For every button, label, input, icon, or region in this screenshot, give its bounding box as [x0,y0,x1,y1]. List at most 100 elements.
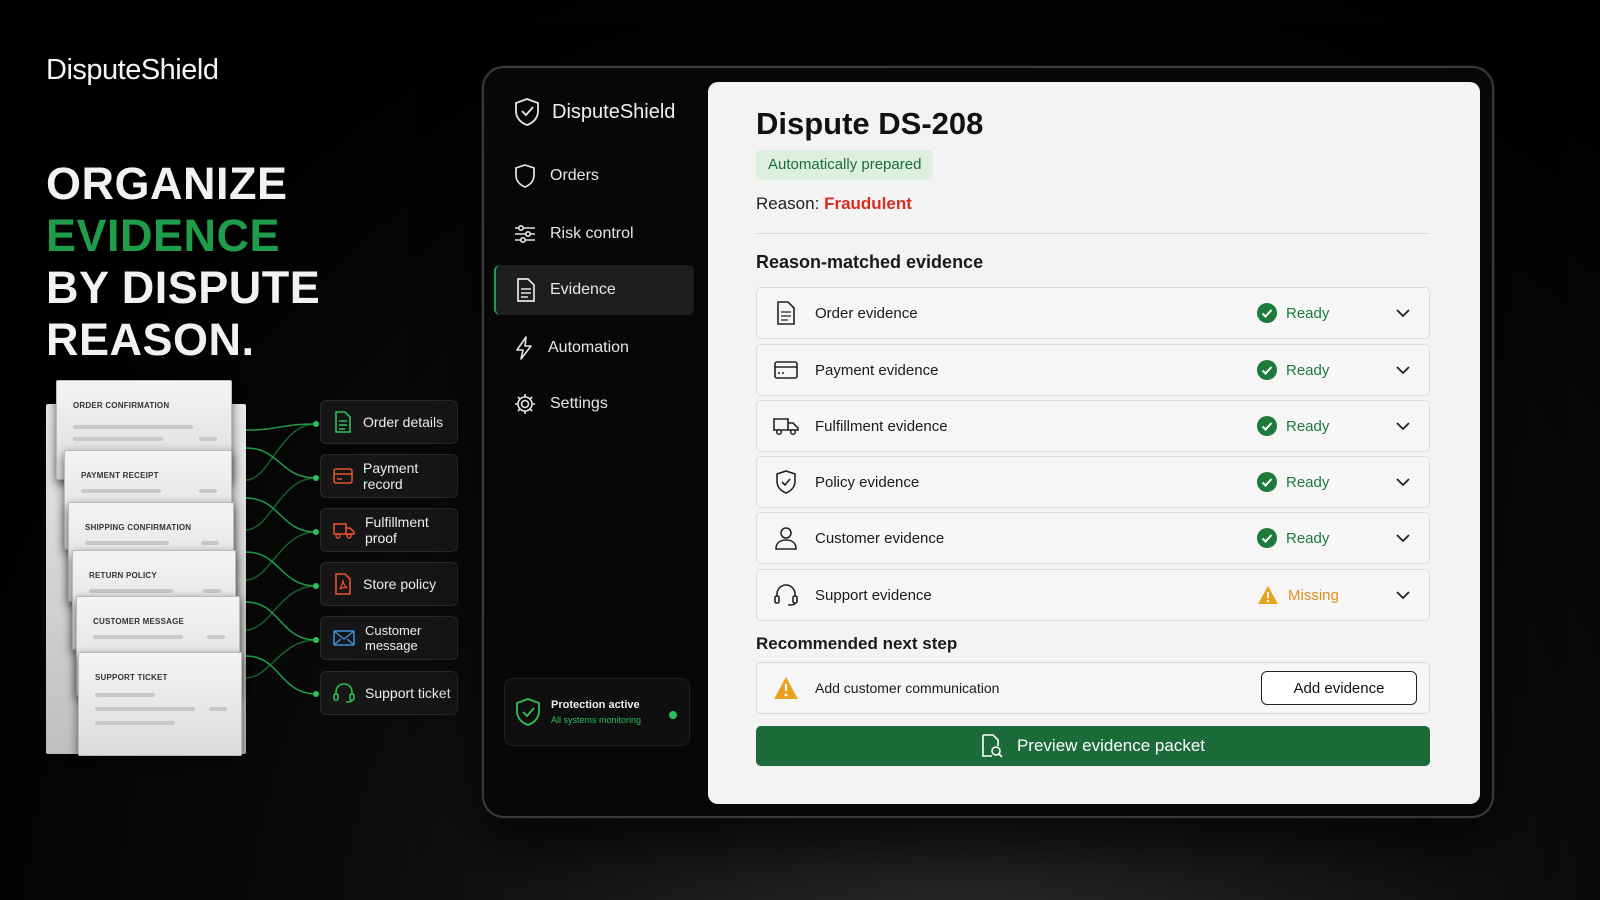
chip-store-policy: Store policy [320,562,458,606]
headset-icon [774,584,798,606]
check-circle-icon [1257,360,1277,380]
truck-icon [773,418,799,436]
document-icon [517,278,535,302]
section-heading-evidence: Reason-matched evidence [756,252,984,272]
headline-line-3: BY DISPUTE [46,262,321,313]
chip-order-details: Order details [320,400,458,444]
check-circle-icon [1257,472,1277,492]
chevron-down-icon[interactable] [1396,421,1410,431]
brand-logo-text: DisputeShield [46,54,219,86]
card-icon [333,468,353,484]
evidence-label: Order evidence [815,304,918,322]
mail-icon [333,630,355,646]
reason-value: Fraudulent [824,194,912,213]
preview-evidence-packet-button[interactable]: Preview evidence packet [756,726,1430,766]
status-ready: Ready [1257,472,1377,492]
evidence-label: Fulfillment evidence [815,417,948,435]
app-window: DisputeShield Orders Risk control Eviden… [482,66,1494,818]
reason-label: Reason: [756,194,820,213]
status-text: Ready [1286,473,1330,491]
evidence-row-payment[interactable]: Payment evidence Ready [756,344,1430,396]
main-panel: Dispute DS-208 Automatically prepared Re… [708,82,1480,804]
protection-status-card: Protection active All systems monitoring [504,678,690,746]
card-icon [774,361,798,379]
status-ready: Ready [1257,416,1377,436]
document-title: RETURN POLICY [89,571,157,580]
sidebar-item-risk-control[interactable]: Risk control [494,209,694,259]
headline: ORGANIZE EVIDENCE BY DISPUTE REASON. [46,158,320,366]
truck-icon [333,523,355,539]
chip-customer-message: Customer message [320,616,458,660]
chip-support-ticket: Support ticket [320,671,458,715]
evidence-label: Support evidence [815,586,932,604]
status-badge: Automatically prepared [756,150,934,180]
evidence-row-customer[interactable]: Customer evidence Ready [756,512,1430,564]
document-card: SUPPORT TICKET [78,652,242,756]
headline-line-4: REASON. [46,314,255,365]
evidence-label: Customer evidence [815,529,945,547]
sidebar-item-label: Orders [550,167,599,184]
sidebar-brand[interactable]: DisputeShield [514,98,675,126]
sidebar-item-automation[interactable]: Automation [494,323,694,373]
user-icon [775,527,797,550]
chip-label: Store policy [363,576,437,592]
sidebar: DisputeShield Orders Risk control Eviden… [484,68,706,816]
sidebar-brand-name: DisputeShield [552,100,676,123]
shield-icon [515,164,535,188]
document-search-icon [982,734,1003,758]
chip-label: Fulfillment proof [365,514,429,546]
status-text: Ready [1286,361,1330,379]
evidence-row-fulfillment[interactable]: Fulfillment evidence Ready [756,400,1430,452]
status-ready: Ready [1257,528,1377,548]
sidebar-item-label: Evidence [550,281,616,298]
sidebar-item-label: Risk control [550,225,634,242]
warning-icon [774,677,798,699]
status-ready: Ready [1257,303,1377,323]
add-evidence-button[interactable]: Add evidence [1261,671,1417,705]
chevron-down-icon[interactable] [1396,477,1410,487]
document-title: ORDER CONFIRMATION [73,401,170,410]
check-circle-icon [1257,528,1277,548]
sliders-icon [515,224,535,244]
chip-label: Order details [363,414,444,430]
protection-subtitle: All systems monitoring [551,715,642,725]
document-stack: ORDER CONFIRMATION PAYMENT RECEIPT SHIPP… [42,380,272,780]
sidebar-item-evidence[interactable]: Evidence [494,265,694,315]
chevron-down-icon[interactable] [1396,533,1410,543]
chevron-down-icon[interactable] [1396,308,1410,318]
document-icon [777,301,795,325]
chevron-down-icon[interactable] [1396,365,1410,375]
chevron-down-icon[interactable] [1396,590,1410,600]
next-step-label: Add customer communication [815,680,1000,696]
sidebar-item-label: Automation [548,339,629,356]
check-circle-icon [1257,416,1277,436]
section-heading-next-step: Recommended next step [756,634,958,653]
document-title: CUSTOMER MESSAGE [93,617,185,626]
evidence-label: Policy evidence [815,473,920,491]
shield-check-icon [516,698,540,726]
status-missing: Missing [1257,585,1377,605]
warning-icon [1258,586,1278,604]
status-ready: Ready [1257,360,1377,380]
shield-check-icon [776,470,796,494]
evidence-label: Payment evidence [815,361,939,379]
divider [756,233,1430,234]
dispute-reason: Reason: Fraudulent [756,194,912,214]
headset-icon [333,683,355,703]
headline-line-1: ORGANIZE [46,158,288,209]
document-title: SHIPPING CONFIRMATION [85,523,192,532]
next-step-row: Add customer communication Add evidence [756,662,1430,714]
check-circle-icon [1257,303,1277,323]
status-text: Ready [1286,417,1330,435]
headline-line-2: EVIDENCE [46,210,281,261]
evidence-row-order[interactable]: Order evidence Ready [756,287,1430,339]
chip-label: Payment record [363,460,419,492]
page-title: Dispute DS-208 [756,106,984,141]
preview-button-label: Preview evidence packet [1016,736,1206,755]
status-text: Ready [1286,304,1330,322]
evidence-row-policy[interactable]: Policy evidence Ready [756,456,1430,508]
evidence-row-support[interactable]: Support evidence Missing [756,569,1430,621]
sidebar-item-orders[interactable]: Orders [494,151,694,201]
sidebar-item-settings[interactable]: Settings [494,379,694,429]
lightning-icon [516,336,532,360]
